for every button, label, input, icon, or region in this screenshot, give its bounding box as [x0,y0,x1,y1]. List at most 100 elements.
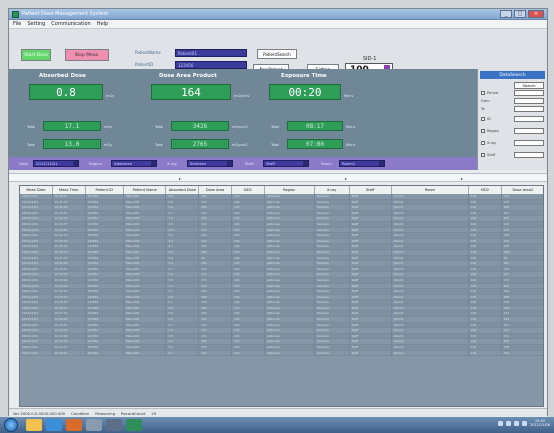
splitter-bar[interactable]: ▸ ▸ ▸ [9,173,547,182]
filter-xray-value: Siemens [190,161,207,166]
dose-app-icon[interactable] [126,419,142,431]
patient-name-field[interactable]: Patient01 [175,49,247,57]
filter-date-select[interactable]: 2012/11/01 [33,160,79,167]
filter-room-label: Room [321,161,332,166]
datasearch-button[interactable]: Search [514,82,544,89]
patient-id-field[interactable]: 123456 [175,61,247,69]
app-icon[interactable] [106,419,122,431]
chevron-down-icon[interactable] [379,161,384,166]
column-header[interactable]: Staff [350,186,392,194]
checkbox-icon[interactable] [481,129,485,133]
column-header[interactable]: Absorbed Dose [166,186,200,194]
window-controls: _ □ ✕ [500,10,544,18]
title-bar[interactable]: Patient Dose Management System _ □ ✕ [9,9,547,20]
clock-date: 2012/11/06 [529,423,550,427]
datasearch-row[interactable]: X-ray [481,141,496,145]
column-header[interactable]: X-ray [315,186,350,194]
checkbox-icon[interactable] [481,153,485,157]
column-header[interactable]: Patient ID [86,186,125,194]
splitter-arrow-icon[interactable]: ▸ [345,176,347,181]
table-cell: Room1 [392,350,469,357]
datasearch-row[interactable]: ID [481,117,491,121]
filter-staff-select[interactable]: Staff [263,160,309,167]
checkbox-icon[interactable] [481,141,485,145]
datasearch-region-select[interactable] [514,128,544,134]
datasearch-title: DataSearch [480,71,545,79]
network-icon[interactable] [521,420,527,426]
column-header[interactable]: SID2 [469,186,502,194]
datasearch-staff-select[interactable] [514,152,544,158]
start-orb-icon[interactable] [4,418,18,432]
datasearch-row[interactable]: Staff [481,153,495,157]
filter-xray-select[interactable]: Siemens [187,160,233,167]
status-recordcount: 29 [151,410,157,416]
stop-button[interactable]: Stop Meas. [65,49,109,61]
tray-icon[interactable] [505,420,511,426]
datasearch-row-label: ID [487,117,491,121]
datasearch-period-field[interactable] [514,90,544,96]
start-button[interactable]: Start Dose [21,49,51,61]
checkbox-icon[interactable] [481,91,485,95]
dap-title: Dose Area Product [159,73,217,79]
column-header[interactable]: Dose Area2 [502,186,543,194]
datasearch-id-field[interactable] [514,116,544,122]
menu-communication[interactable]: Communication [51,21,90,27]
ie-icon[interactable] [46,419,62,431]
datasearch-from-field[interactable] [514,98,544,104]
maximize-icon[interactable]: □ [514,10,526,18]
menu-setting[interactable]: Setting [27,21,45,27]
datasearch-row-label: Period [487,91,498,95]
absorbed-dose-unit: mGy [106,94,115,98]
total-label: Total [271,125,280,129]
patient-search-button[interactable]: PatientSearch [257,49,297,59]
splitter-arrow-icon[interactable]: ▸ [179,176,181,181]
splitter-arrow-icon[interactable]: ▸ [461,176,463,181]
column-header[interactable]: Region [265,186,315,194]
table-cell: 100 [469,350,502,357]
total-absorbed-unit-2: mGy [104,143,113,147]
clock[interactable]: 15:45 2012/11/06 [530,419,550,427]
checkbox-icon[interactable] [481,117,485,121]
table-row[interactable]: 2012/11/01 10:20:15 123456 Patient01 0.7 152 1… [20,350,543,357]
column-header[interactable]: Dose Area [199,186,232,194]
menu-file[interactable]: File [13,21,21,27]
close-icon[interactable]: ✕ [528,10,544,18]
table-cell: Siemens [315,350,350,357]
media-icon[interactable] [66,419,82,431]
column-header[interactable]: SID1 [232,186,265,194]
datasearch-row[interactable]: Period [481,91,498,95]
chevron-down-icon[interactable] [227,161,232,166]
table-cell: Abdomen [265,350,315,357]
datasearch-row: To [481,107,485,111]
filter-region-value: Abdomen [114,161,133,166]
menu-help[interactable]: Help [97,21,108,27]
table-cell: Patient01 [124,350,167,357]
chevron-down-icon[interactable] [303,161,308,166]
chevron-down-icon[interactable] [151,161,156,166]
datasearch-xray-select[interactable] [514,140,544,146]
datasearch-row-label: Region [487,129,499,133]
tray-icon[interactable] [497,420,503,426]
datasearch-to-field[interactable] [514,106,544,112]
column-header[interactable]: Meas Date [20,186,53,194]
monitor-background: Patient Dose Management System _ □ ✕ Fil… [0,0,554,433]
filter-room-select[interactable]: Room1 [339,160,385,167]
total-absorbed: 17.1 [43,121,101,131]
status-recordcount-label: RecordCount [120,410,146,416]
minimize-icon[interactable]: _ [500,10,512,18]
column-header[interactable]: Room [392,186,469,194]
datasearch-row[interactable]: Region [481,129,499,133]
total-dap-2: 2765 [171,139,229,149]
chevron-down-icon[interactable] [73,161,78,166]
absorbed-dose-display: 0.8 [29,84,103,100]
filter-region-select[interactable]: Abdomen [111,160,157,167]
app-icon[interactable] [86,419,102,431]
column-header[interactable]: Patient Name [124,186,167,194]
filter-xray-label: X-ray [167,161,177,166]
volume-icon[interactable] [513,420,519,426]
status-measuring: Measuring [95,410,115,416]
total-absorbed-unit: mGy [104,125,113,129]
column-header[interactable]: Meas Time [53,186,86,194]
explorer-icon[interactable] [26,419,42,431]
status-condition: Condition [71,410,90,416]
